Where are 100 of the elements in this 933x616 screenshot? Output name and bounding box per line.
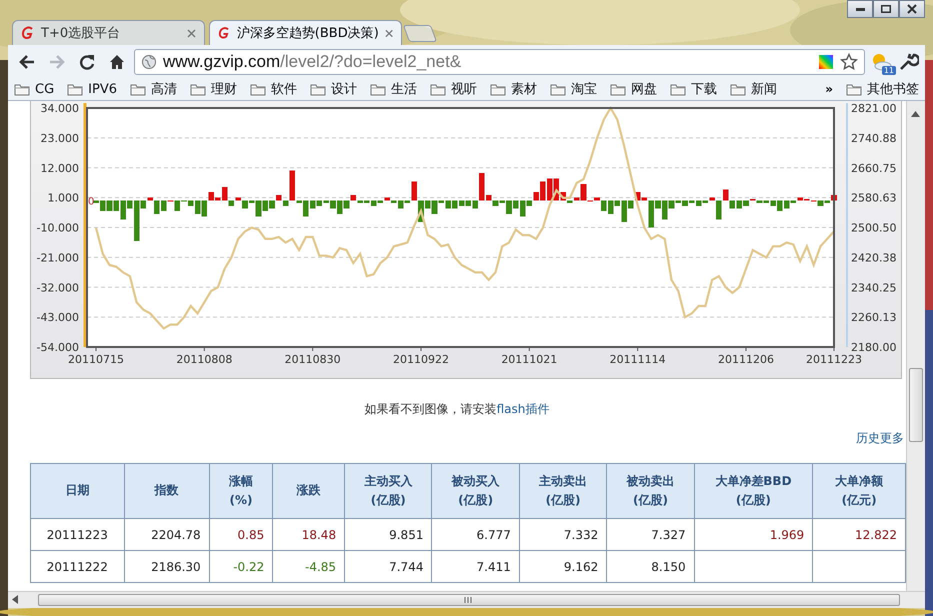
- table-cell: 9.162: [519, 550, 607, 582]
- axis-label: 2500.50: [851, 222, 896, 234]
- axis-label: 12.000: [40, 162, 79, 175]
- axis-label: 23.000: [40, 132, 79, 145]
- close-button[interactable]: [899, 0, 925, 18]
- address-field[interactable]: www.gzvip.com/level2/?do=level2_net&: [134, 48, 865, 74]
- axis-label: 2180.00: [851, 341, 896, 354]
- table-cell: 8.150: [606, 550, 694, 582]
- table-cell: -4.85: [272, 550, 345, 582]
- page-icon: [218, 26, 231, 40]
- table-cell: 9.851: [344, 518, 432, 550]
- table-cell: 20111222: [30, 550, 124, 582]
- table-cell: 18.48: [272, 518, 345, 550]
- back-icon: [18, 52, 36, 70]
- column-header: 日期: [30, 464, 124, 518]
- axis-label: 2580.63: [851, 192, 896, 205]
- table-cell: 7.744: [344, 550, 432, 582]
- column-header: 涨跌: [272, 464, 345, 518]
- horizontal-scrollbar[interactable]: [8, 591, 925, 608]
- browser-tab[interactable]: 沪深多空趋势(BBD决策): [209, 20, 402, 45]
- axis-label: 2740.88: [851, 132, 896, 145]
- color-palette-icon[interactable]: [818, 54, 834, 70]
- notice-text: 如果看不到图像，请安装flash插件: [364, 402, 550, 416]
- axis-label: 2660.75: [851, 162, 896, 175]
- grip-icon: [464, 597, 472, 603]
- axis-label: 20111021: [501, 353, 558, 366]
- table-cell: 1.969: [694, 518, 813, 550]
- axis-label: 2260.13: [851, 311, 896, 324]
- page-icon: [21, 26, 35, 40]
- column-header: 大单净差BBD (亿股): [694, 464, 813, 518]
- table-cell: -0.22: [209, 550, 273, 582]
- axis-label: -54.000: [36, 341, 79, 354]
- close-icon[interactable]: [384, 28, 393, 38]
- weather-button[interactable]: 11: [869, 50, 893, 72]
- scroll-left-icon[interactable]: [12, 595, 18, 604]
- bookmark-item[interactable]: 视听: [430, 80, 477, 98]
- axis-label: 20111114: [610, 353, 666, 366]
- scrollbar-thumb[interactable]: [909, 368, 923, 442]
- vertical-scrollbar[interactable]: [906, 101, 925, 591]
- table-cell: 7.332: [519, 518, 607, 550]
- scroll-up-icon[interactable]: [911, 111, 920, 117]
- flash-plugin-link[interactable]: flash插件: [496, 402, 550, 416]
- table-cell: 6.777: [432, 518, 520, 550]
- bookmark-item[interactable]: 淘宝: [550, 80, 597, 98]
- table-cell: 7.411: [432, 550, 520, 582]
- bookmark-item[interactable]: IPV6: [67, 81, 117, 97]
- axis-label: 20110808: [176, 353, 232, 366]
- browser-tab[interactable]: T+0选股平台: [12, 20, 205, 45]
- table-cell: 2186.30: [124, 550, 210, 582]
- home-icon: [108, 52, 126, 70]
- table-cell: 7.327: [606, 518, 694, 550]
- scrollbar-thumb[interactable]: [38, 594, 900, 606]
- column-header: 被动买入 (亿股): [432, 464, 520, 518]
- column-header: 大单净额 (亿元): [812, 464, 906, 518]
- bookmark-item[interactable]: 设计: [310, 80, 357, 98]
- close-icon: [907, 4, 917, 14]
- column-header: 指数: [124, 464, 210, 518]
- axis-label: -43.000: [36, 311, 79, 324]
- axis-label: -21.000: [36, 251, 79, 264]
- axis-label: 20111206: [718, 353, 774, 366]
- axis-label: 20111223: [806, 353, 862, 366]
- bookmark-item[interactable]: 理财: [190, 80, 237, 98]
- table-cell: 20111223: [30, 518, 124, 550]
- close-icon[interactable]: [187, 28, 196, 38]
- bookmark-item[interactable]: 新闻: [730, 80, 777, 98]
- forward-icon: [48, 52, 66, 70]
- column-header: 主动卖出 (亿股): [519, 464, 607, 518]
- more-bookmarks-button[interactable]: »: [825, 82, 833, 96]
- axis-label: 2340.25: [851, 281, 896, 294]
- bookmark-item[interactable]: CG: [14, 81, 54, 97]
- maximize-button[interactable]: [873, 0, 899, 18]
- bookmark-item[interactable]: 生活: [370, 80, 417, 98]
- axis-label: -10.000: [36, 222, 79, 234]
- history-more-link[interactable]: 历史更多: [856, 430, 904, 447]
- url-text: www.gzvip.com/level2/?do=level2_net&: [163, 52, 462, 72]
- axis-label: 20110715: [68, 353, 124, 366]
- column-header: 涨幅 (%): [209, 464, 273, 518]
- axis-label: 2420.38: [851, 251, 896, 264]
- axis-label: 34.000: [40, 102, 79, 115]
- bookmark-item[interactable]: 下载: [670, 80, 717, 98]
- axis-label: 20110830: [284, 353, 341, 366]
- minimize-icon: [856, 8, 864, 10]
- table-cell: 0.85: [209, 518, 273, 550]
- axis-label: -32.000: [36, 281, 79, 294]
- bookmark-item[interactable]: 素材: [490, 80, 537, 98]
- column-header: 主动买入 (亿股): [344, 464, 432, 518]
- bookmark-item[interactable]: 高清: [130, 80, 177, 98]
- axis-label: 2821.00: [851, 102, 896, 115]
- table-cell: 2204.78: [124, 518, 210, 550]
- bookmark-item[interactable]: 其他书签: [846, 80, 919, 98]
- star-icon[interactable]: [840, 52, 858, 70]
- column-header: 被动卖出 (亿股): [606, 464, 694, 518]
- axis-label: 20110922: [393, 353, 449, 366]
- minimize-button[interactable]: [847, 0, 873, 18]
- reload-icon: [78, 52, 96, 70]
- bookmark-item[interactable]: 软件: [250, 80, 297, 98]
- globe-icon: [141, 54, 157, 70]
- axis-label: 0: [88, 196, 94, 208]
- bookmark-item[interactable]: 网盘: [610, 80, 657, 98]
- maximize-icon: [881, 5, 891, 13]
